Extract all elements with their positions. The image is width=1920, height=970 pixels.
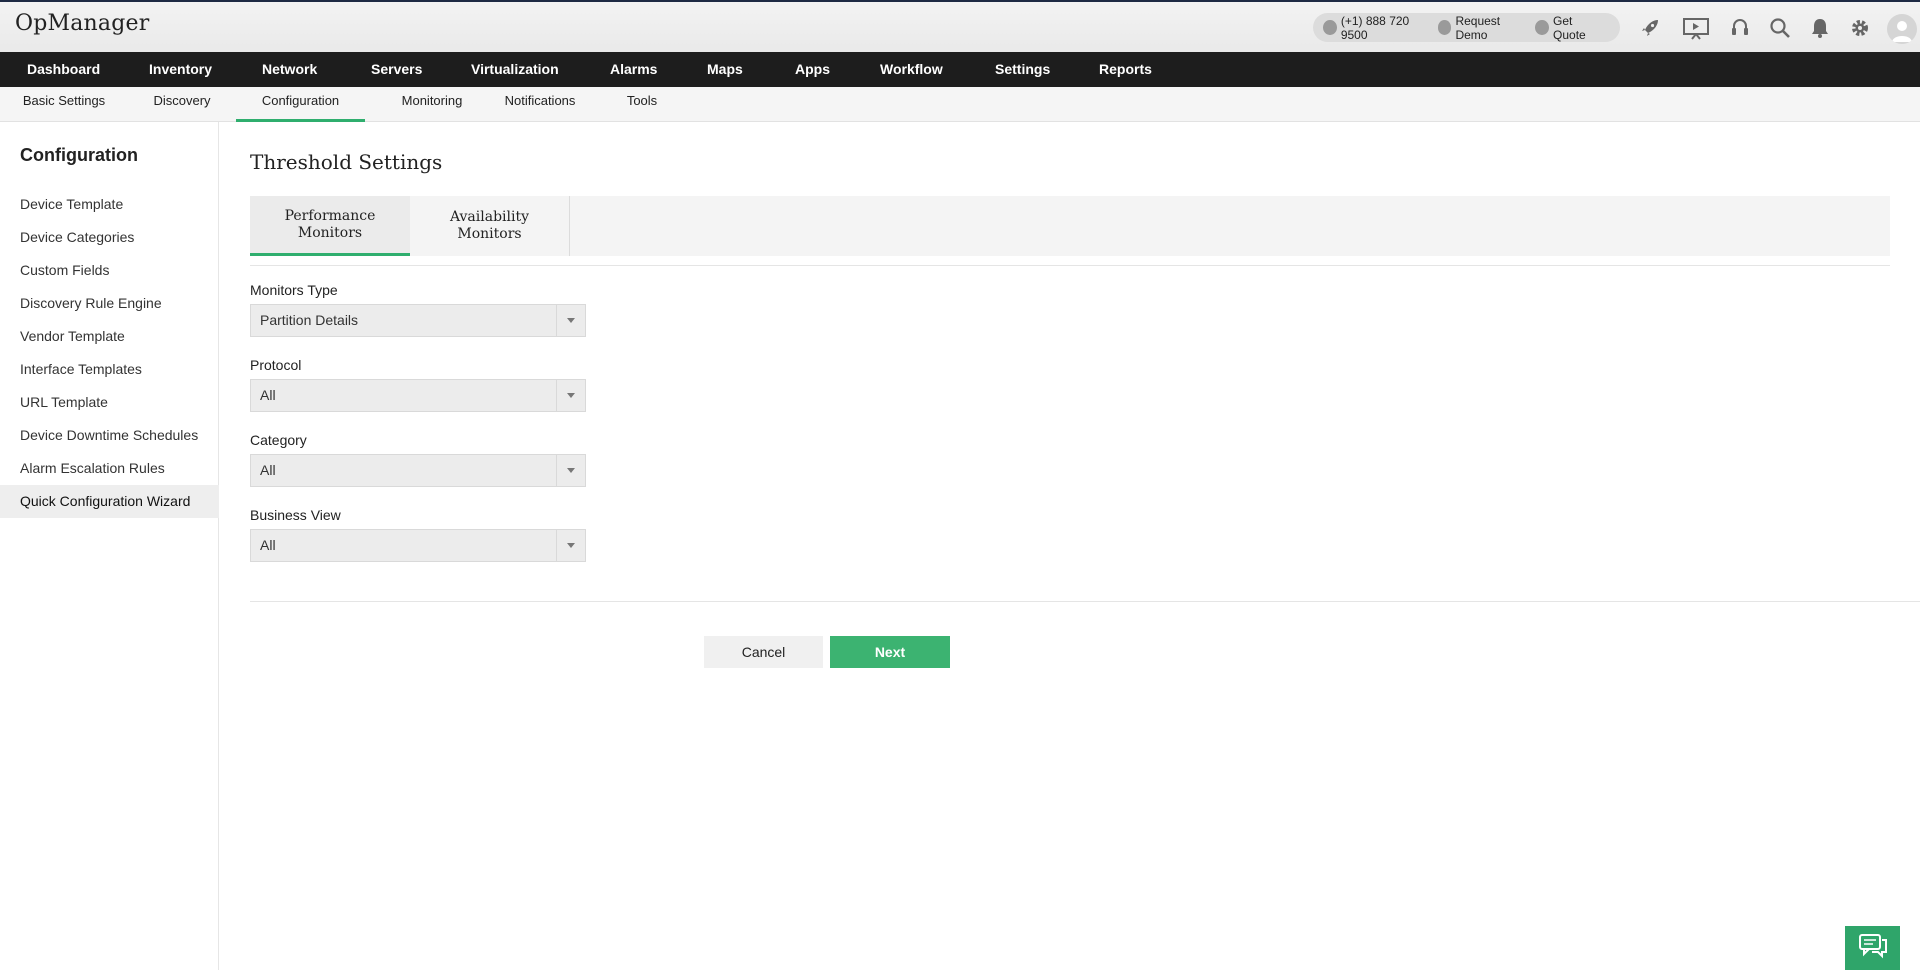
monitor-tabs: Performance Monitors Availability Monito… bbox=[250, 196, 1890, 256]
tabs-divider bbox=[250, 265, 1890, 266]
nav-dashboard[interactable]: Dashboard bbox=[27, 52, 100, 87]
protocol-select[interactable]: All bbox=[250, 379, 586, 412]
sidebar-item-vendor-template[interactable]: Vendor Template bbox=[0, 320, 219, 353]
business-view-value: All bbox=[260, 537, 276, 553]
gear-icon[interactable] bbox=[1847, 15, 1873, 41]
phone-number: (+1) 888 720 9500 bbox=[1340, 13, 1410, 42]
category-label: Category bbox=[250, 432, 307, 448]
tab-performance-monitors[interactable]: Performance Monitors bbox=[250, 196, 410, 256]
sidebar-item-quick-configuration-wizard[interactable]: Quick Configuration Wizard bbox=[0, 485, 219, 518]
dollar-icon bbox=[1535, 20, 1550, 35]
main-nav: Dashboard Inventory Network Servers Virt… bbox=[0, 52, 1920, 87]
tab-availability-monitors[interactable]: Availability Monitors bbox=[410, 196, 570, 256]
chevron-down-icon[interactable] bbox=[556, 530, 585, 561]
sub-nav: Basic Settings Discovery Configuration M… bbox=[0, 87, 1920, 122]
sidebar-title: Configuration bbox=[20, 145, 138, 165]
sidebar-item-custom-fields[interactable]: Custom Fields bbox=[0, 254, 219, 287]
protocol-value: All bbox=[260, 387, 276, 403]
tab-availability-line1: Availability bbox=[449, 209, 530, 225]
subnav-tools[interactable]: Tools bbox=[614, 87, 670, 122]
subnav-basic-settings[interactable]: Basic Settings bbox=[14, 87, 114, 122]
sidebar-item-interface-templates[interactable]: Interface Templates bbox=[0, 353, 219, 386]
category-select[interactable]: All bbox=[250, 454, 586, 487]
sidebar-item-alarm-escalation-rules[interactable]: Alarm Escalation Rules bbox=[0, 452, 219, 485]
business-view-label: Business View bbox=[250, 507, 341, 523]
get-quote-label: Get Quote bbox=[1553, 13, 1586, 42]
sidebar-item-device-categories[interactable]: Device Categories bbox=[0, 221, 219, 254]
subnav-notifications[interactable]: Notifications bbox=[494, 87, 586, 122]
nav-apps[interactable]: Apps bbox=[795, 52, 830, 87]
nav-maps[interactable]: Maps bbox=[707, 52, 743, 87]
subnav-monitoring[interactable]: Monitoring bbox=[380, 87, 484, 122]
get-quote-link[interactable]: Get Quote bbox=[1535, 14, 1604, 42]
chat-icon bbox=[1858, 933, 1888, 964]
nav-network[interactable]: Network bbox=[262, 52, 317, 87]
nav-workflow[interactable]: Workflow bbox=[880, 52, 943, 87]
sidebar-item-device-downtime-schedules[interactable]: Device Downtime Schedules bbox=[0, 419, 219, 452]
contact-bar: (+1) 888 720 9500 Request Demo Get Quote bbox=[1313, 13, 1620, 42]
form-divider bbox=[250, 601, 1920, 602]
search-icon[interactable] bbox=[1767, 15, 1793, 41]
page-title: Threshold Settings bbox=[250, 150, 443, 174]
request-demo-link[interactable]: Request Demo bbox=[1437, 13, 1530, 42]
sidebar-item-url-template[interactable]: URL Template bbox=[0, 386, 219, 419]
chevron-down-icon[interactable] bbox=[556, 380, 585, 411]
monitors-type-label: Monitors Type bbox=[250, 282, 338, 298]
sidebar-item-device-template[interactable]: Device Template bbox=[0, 188, 219, 221]
sidebar-item-discovery-rule-engine[interactable]: Discovery Rule Engine bbox=[0, 287, 219, 320]
subnav-configuration[interactable]: Configuration bbox=[236, 87, 365, 122]
nav-inventory[interactable]: Inventory bbox=[149, 52, 212, 87]
nav-alarms[interactable]: Alarms bbox=[610, 52, 657, 87]
phone-icon bbox=[1323, 20, 1337, 35]
bell-icon[interactable] bbox=[1807, 15, 1833, 41]
chat-button[interactable] bbox=[1845, 926, 1900, 970]
nav-reports[interactable]: Reports bbox=[1099, 52, 1152, 87]
nav-settings[interactable]: Settings bbox=[995, 52, 1050, 87]
next-button[interactable]: Next bbox=[830, 636, 950, 668]
business-view-select[interactable]: All bbox=[250, 529, 586, 562]
subnav-discovery[interactable]: Discovery bbox=[142, 87, 222, 122]
request-demo-label: Request Demo bbox=[1455, 13, 1501, 42]
monitors-type-value: Partition Details bbox=[260, 312, 359, 328]
tab-performance-line1: Performance bbox=[284, 207, 376, 224]
phone-contact[interactable]: (+1) 888 720 9500 bbox=[1323, 14, 1432, 42]
nav-virtualization[interactable]: Virtualization bbox=[471, 52, 559, 87]
top-header: OpManager (+1) 888 720 9500 Request Demo… bbox=[0, 0, 1920, 52]
app-logo[interactable]: OpManager bbox=[15, 11, 149, 36]
rocket-icon[interactable] bbox=[1637, 15, 1663, 41]
user-avatar[interactable] bbox=[1887, 14, 1917, 44]
nav-servers[interactable]: Servers bbox=[371, 52, 422, 87]
tab-performance-line2: Monitors bbox=[297, 224, 363, 241]
protocol-label: Protocol bbox=[250, 357, 302, 373]
demo-icon bbox=[1437, 20, 1452, 35]
cancel-button[interactable]: Cancel bbox=[704, 636, 823, 668]
headset-icon[interactable] bbox=[1727, 15, 1753, 41]
chevron-down-icon[interactable] bbox=[556, 455, 585, 486]
category-value: All bbox=[260, 462, 276, 478]
tab-availability-line2: Monitors bbox=[457, 226, 522, 242]
monitors-type-select[interactable]: Partition Details bbox=[250, 304, 586, 337]
chevron-down-icon[interactable] bbox=[556, 305, 585, 336]
sidebar: Configuration Device Template Device Cat… bbox=[0, 122, 219, 970]
presentation-icon[interactable] bbox=[1681, 15, 1711, 41]
